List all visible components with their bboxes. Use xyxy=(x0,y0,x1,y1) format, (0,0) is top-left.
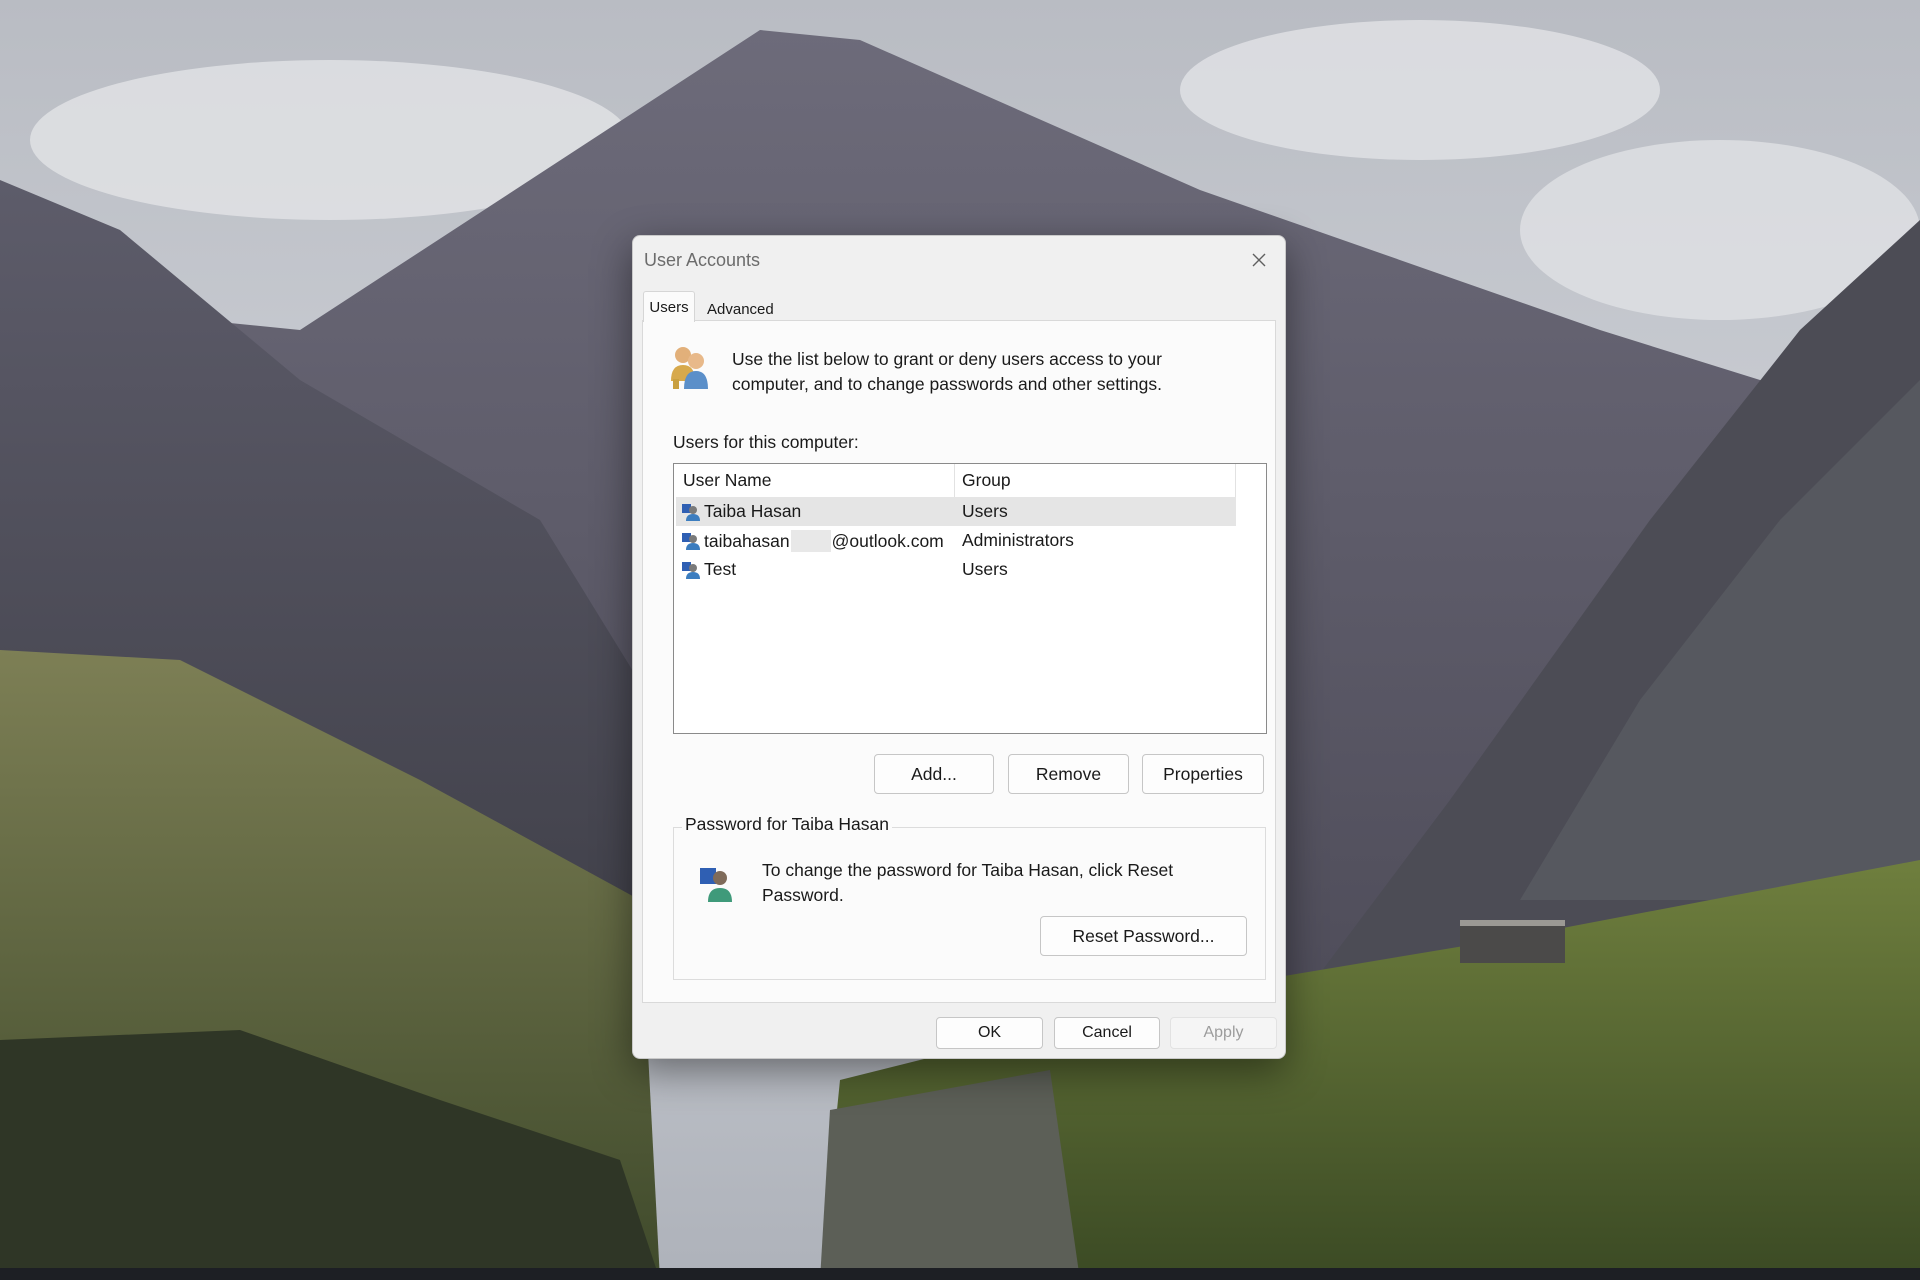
cancel-button[interactable]: Cancel xyxy=(1054,1017,1160,1049)
password-description: To change the password for Taiba Hasan, … xyxy=(762,860,1174,905)
password-groupbox: Password for Taiba Hasan To change the p… xyxy=(673,814,1266,980)
table-row[interactable]: Taiba Hasan Users xyxy=(676,497,1236,526)
group-cell: Users xyxy=(962,559,1008,579)
tab-advanced[interactable]: Advanced xyxy=(707,297,774,321)
column-header-user-name[interactable]: User Name xyxy=(683,464,953,497)
remove-user-button[interactable]: Remove xyxy=(1008,754,1129,794)
users-tab-panel: Use the list below to grant or deny user… xyxy=(642,320,1276,1003)
password-group-legend: Password for Taiba Hasan xyxy=(682,814,892,835)
reset-password-button[interactable]: Reset Password... xyxy=(1040,916,1247,956)
column-divider[interactable] xyxy=(954,464,955,497)
ok-button[interactable]: OK xyxy=(936,1017,1043,1049)
users-group-icon xyxy=(671,347,708,389)
list-header: User Name Group xyxy=(674,464,1266,497)
title-bar[interactable]: User Accounts xyxy=(633,236,1285,286)
user-icon xyxy=(682,562,700,579)
table-row[interactable]: Test Users xyxy=(676,555,1236,584)
redacted-text xyxy=(790,529,831,552)
group-cell: Users xyxy=(962,501,1008,521)
intro-description: Use the list below to grant or deny user… xyxy=(732,349,1162,394)
group-cell: Administrators xyxy=(962,530,1074,550)
user-icon xyxy=(682,504,700,521)
tab-users[interactable]: Users xyxy=(643,291,695,322)
apply-button[interactable]: Apply xyxy=(1170,1017,1277,1049)
users-list-label: Users for this computer: xyxy=(673,432,859,452)
user-name-cell: taibahasan @outlook.com xyxy=(704,529,944,552)
users-listview[interactable]: User Name Group Taiba Hasan Users taibah… xyxy=(673,463,1267,734)
user-name-cell: Taiba Hasan xyxy=(704,501,802,521)
column-header-group[interactable]: Group xyxy=(962,464,1232,497)
user-name-cell: Test xyxy=(704,559,737,579)
close-button[interactable] xyxy=(1239,242,1279,278)
user-icon xyxy=(682,533,700,550)
table-row[interactable]: taibahasan @outlook.com Administrators xyxy=(676,526,1236,555)
column-divider[interactable] xyxy=(1235,464,1236,497)
add-user-button[interactable]: Add... xyxy=(874,754,994,794)
user-accounts-dialog: User Accounts Users Advanced Use the lis… xyxy=(632,235,1286,1059)
properties-button[interactable]: Properties xyxy=(1142,754,1264,794)
window-title: User Accounts xyxy=(644,250,761,270)
user-password-icon xyxy=(700,868,732,902)
close-icon xyxy=(1252,253,1266,267)
